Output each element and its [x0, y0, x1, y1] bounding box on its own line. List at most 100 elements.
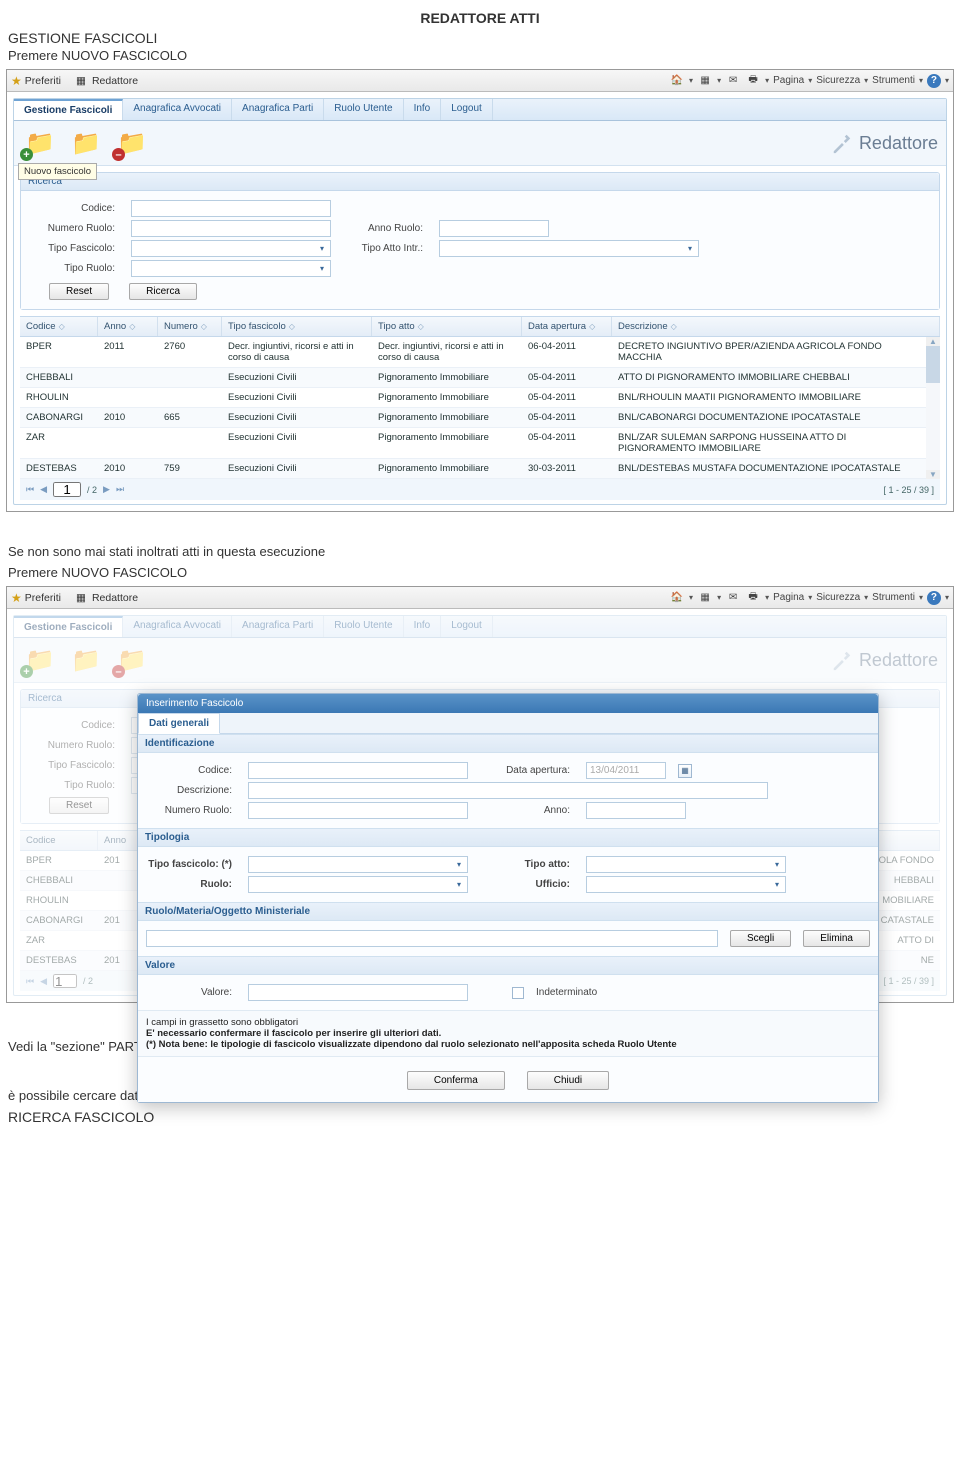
doc-heading1: GESTIONE FASCICOLI — [8, 30, 960, 46]
doc-heading4: RICERCA FASCICOLO — [8, 1109, 960, 1125]
tipofascicolo-label: Tipo Fascicolo: — [29, 760, 115, 771]
modal-codice-input[interactable] — [248, 762, 468, 779]
pager-first-icon[interactable]: ⏮ — [26, 484, 34, 495]
pager-page-input — [53, 974, 77, 988]
table-row[interactable]: BPER20112760Decr. ingiuntivi, ricorsi e … — [20, 337, 926, 368]
table-row[interactable]: RHOULINEsecuzioni CiviliPignoramento Imm… — [20, 388, 926, 408]
page-icon: ▦ — [73, 591, 89, 605]
doc-para2b: Premere NUOVO FASCICOLO — [8, 565, 960, 580]
section-identificazione: Identificazione — [138, 734, 878, 753]
favorites-label[interactable]: Preferiti — [25, 592, 61, 604]
numeroruolo-label: Numero Ruolo: — [29, 740, 115, 751]
print-icon[interactable]: 🖶 — [745, 591, 761, 605]
nav-logout[interactable]: Logout — [441, 99, 493, 120]
print-icon[interactable]: 🖶 — [745, 74, 761, 88]
col-dataapertura[interactable]: Data apertura — [528, 321, 586, 332]
conferma-button[interactable]: Conferma — [407, 1071, 505, 1090]
col-tipofascicolo[interactable]: Tipo fascicolo — [228, 321, 286, 332]
modal-ufficio-select[interactable]: ▾ — [586, 876, 786, 893]
modal-numeroruolo-input[interactable] — [248, 802, 468, 819]
col-codice[interactable]: Codice — [26, 321, 56, 332]
scegli-button[interactable]: Scegli — [730, 930, 791, 947]
ricerca-button[interactable]: Ricerca — [129, 283, 197, 300]
mail-icon[interactable]: ✉ — [725, 591, 741, 605]
tipoattointr-label: Tipo Atto Intr.: — [343, 243, 423, 254]
nav-anagrafica-parti: Anagrafica Parti — [232, 616, 324, 637]
new-fascicolo-button: 📁 — [22, 644, 58, 676]
tab-dati-generali[interactable]: Dati generali — [138, 713, 220, 734]
annoruolo-label: Anno Ruolo: — [343, 223, 423, 234]
chiudi-button[interactable]: Chiudi — [527, 1071, 609, 1090]
modal-valore-input[interactable] — [248, 984, 468, 1001]
table-row[interactable]: CABONARGI2010665Esecuzioni CiviliPignora… — [20, 408, 926, 428]
calendar-icon[interactable]: ▦ — [678, 764, 692, 778]
modal-descrizione-input[interactable] — [248, 782, 768, 799]
screenshot1: ★ Preferiti ▦ Redattore 🏠▾ ▦▾ ✉ 🖶▾ Pagin… — [6, 69, 954, 512]
tipoattointr-select[interactable]: ▾ — [439, 240, 699, 257]
elimina-button[interactable]: Elimina — [803, 930, 870, 947]
strumenti-menu[interactable]: Strumenti — [872, 75, 915, 86]
modal-anno-input[interactable] — [586, 802, 686, 819]
numeroruolo-input[interactable] — [131, 220, 331, 237]
table-row[interactable]: CHEBBALIEsecuzioni CiviliPignoramento Im… — [20, 368, 926, 388]
modal-valore-label: Valore: — [146, 987, 232, 998]
col-descrizione[interactable]: Descrizione — [618, 321, 668, 332]
tab-title[interactable]: Redattore — [92, 75, 138, 87]
favorites-label[interactable]: Preferiti — [25, 75, 61, 87]
doc-para2a: Se non sono mai stati inoltrati atti in … — [8, 544, 960, 559]
pager-total: / 2 — [83, 976, 93, 986]
sicurezza-menu[interactable]: Sicurezza — [816, 75, 860, 86]
delete-fascicolo-button[interactable]: 📁 — [114, 127, 150, 159]
codice-input[interactable] — [131, 200, 331, 217]
sicurezza-menu[interactable]: Sicurezza — [816, 592, 860, 603]
home-icon[interactable]: 🏠 — [669, 74, 685, 88]
indeterminato-label: Indeterminato — [536, 987, 597, 998]
modal-codice-label: Codice: — [146, 765, 232, 776]
new-fascicolo-tooltip: Nuovo fascicolo — [18, 163, 97, 180]
reset-button[interactable]: Reset — [49, 283, 109, 300]
new-fascicolo-button[interactable]: 📁 — [22, 127, 58, 159]
nav-anagrafica-parti[interactable]: Anagrafica Parti — [232, 99, 324, 120]
tiporuolo-select[interactable]: ▾ — [131, 260, 331, 277]
pager-page-input[interactable] — [53, 482, 81, 497]
pager-next-icon[interactable]: ▶ — [103, 484, 110, 495]
nav-info[interactable]: Info — [404, 99, 442, 120]
annoruolo-input[interactable] — [439, 220, 549, 237]
nav-ruolo-utente: Ruolo Utente — [324, 616, 403, 637]
help-icon[interactable]: ? — [927, 591, 941, 605]
strumenti-menu[interactable]: Strumenti — [872, 592, 915, 603]
grid-scrollbar[interactable]: ▲ ▼ — [926, 337, 940, 479]
help-icon[interactable]: ? — [927, 74, 941, 88]
grid-header: Codice◇ Anno◇ Numero◇ Tipo fascicolo◇ Ti… — [20, 316, 940, 337]
tab-title[interactable]: Redattore — [92, 592, 138, 604]
indeterminato-checkbox[interactable] — [512, 987, 524, 999]
modal-ruolomateria-input[interactable] — [146, 930, 718, 947]
tipofascicolo-select[interactable]: ▾ — [131, 240, 331, 257]
dialog-title: Inserimento Fascicolo — [138, 694, 878, 713]
open-fascicolo-button[interactable]: 📁 — [68, 127, 104, 159]
mail-icon[interactable]: ✉ — [725, 74, 741, 88]
table-row[interactable]: DESTEBAS2010759Esecuzioni CiviliPignoram… — [20, 459, 926, 479]
home-icon[interactable]: 🏠 — [669, 591, 685, 605]
pager-last-icon[interactable]: ⏭ — [116, 484, 124, 495]
modal-tipofascicolo-select[interactable]: ▾ — [248, 856, 468, 873]
col-numero[interactable]: Numero — [164, 321, 198, 332]
nav-anagrafica-avvocati[interactable]: Anagrafica Avvocati — [123, 99, 232, 120]
pagina-menu[interactable]: Pagina — [773, 75, 804, 86]
pager-range: [ 1 - 25 / 39 ] — [883, 976, 934, 986]
col-tipoatto[interactable]: Tipo atto — [378, 321, 415, 332]
modal-tipoatto-select[interactable]: ▾ — [586, 856, 786, 873]
section-ruolomateria: Ruolo/Materia/Oggetto Ministeriale — [138, 902, 878, 921]
pagina-menu[interactable]: Pagina — [773, 592, 804, 603]
feeds-icon[interactable]: ▦ — [697, 74, 713, 88]
codice-label: Codice: — [29, 203, 115, 214]
nav-gestione-fascicoli[interactable]: Gestione Fascicoli — [14, 99, 123, 120]
open-fascicolo-button: 📁 — [68, 644, 104, 676]
modal-ruolo-select[interactable]: ▾ — [248, 876, 468, 893]
table-row[interactable]: ZAREsecuzioni CiviliPignoramento Immobil… — [20, 428, 926, 459]
note-confermare: E' necessario confermare il fascicolo pe… — [146, 1028, 870, 1039]
nav-ruolo-utente[interactable]: Ruolo Utente — [324, 99, 403, 120]
col-anno[interactable]: Anno — [104, 321, 126, 332]
feeds-icon[interactable]: ▦ — [697, 591, 713, 605]
pager-prev-icon[interactable]: ◀ — [40, 484, 47, 495]
